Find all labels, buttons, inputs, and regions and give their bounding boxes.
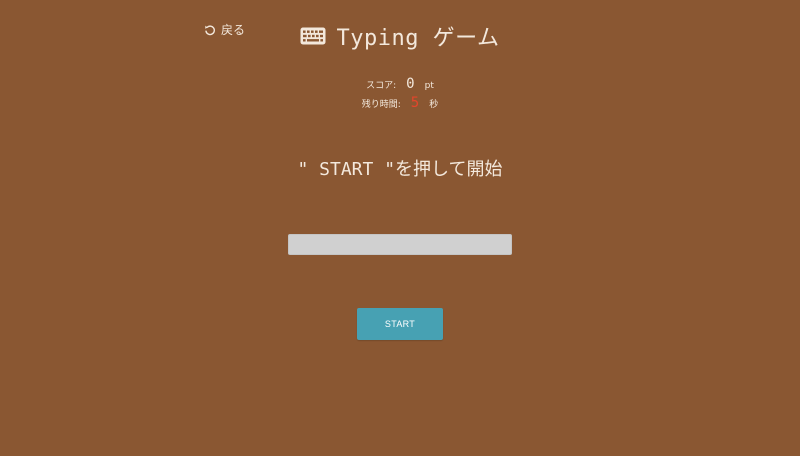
score-label: スコア: <box>366 81 397 91</box>
score-value: 0 <box>406 76 415 92</box>
score-display: スコア: 0 pt <box>0 76 800 92</box>
page-title-text: Typing ゲーム <box>336 26 500 51</box>
time-unit: 秒 <box>429 100 439 110</box>
typing-input[interactable] <box>288 234 512 255</box>
typing-game-page: 戻る Typing ゲーム スコア: 0 pt 残り時間: 5 秒 " STAR… <box>0 0 800 456</box>
page-title: Typing ゲーム <box>0 20 800 52</box>
keyboard-icon <box>300 27 326 45</box>
start-button[interactable]: START <box>357 308 443 340</box>
score-unit: pt <box>424 81 434 91</box>
time-remaining-display: 残り時間: 5 秒 <box>0 95 800 111</box>
time-value: 5 <box>410 95 420 111</box>
game-prompt: " START "を押して開始 <box>297 159 503 180</box>
time-label: 残り時間: <box>361 100 401 110</box>
